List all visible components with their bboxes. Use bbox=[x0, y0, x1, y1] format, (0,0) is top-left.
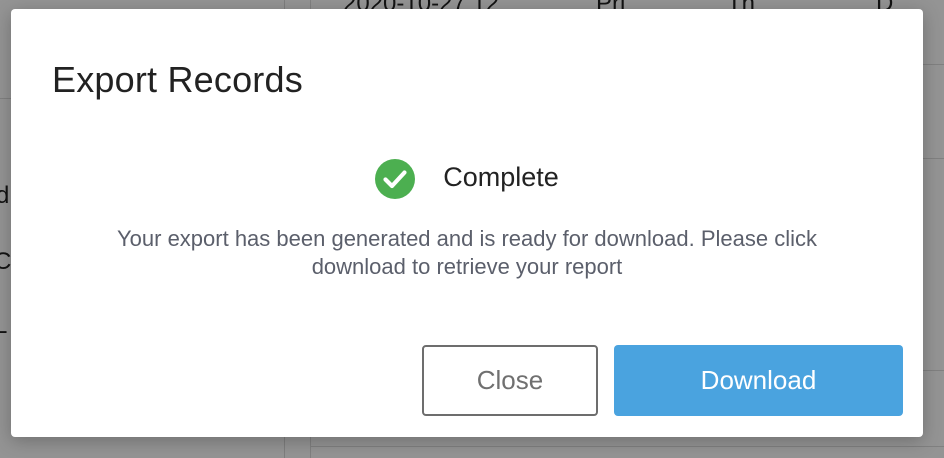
dialog-title: Export Records bbox=[52, 59, 303, 100]
export-status: Complete bbox=[11, 159, 923, 199]
export-records-dialog: Export Records Complete Your export has … bbox=[11, 9, 923, 437]
check-circle-icon bbox=[375, 159, 416, 199]
export-message: Your export has been generated and is re… bbox=[117, 226, 817, 279]
status-text: Complete bbox=[443, 161, 559, 192]
close-button[interactable]: Close bbox=[422, 345, 598, 416]
download-button[interactable]: Download bbox=[614, 345, 903, 416]
